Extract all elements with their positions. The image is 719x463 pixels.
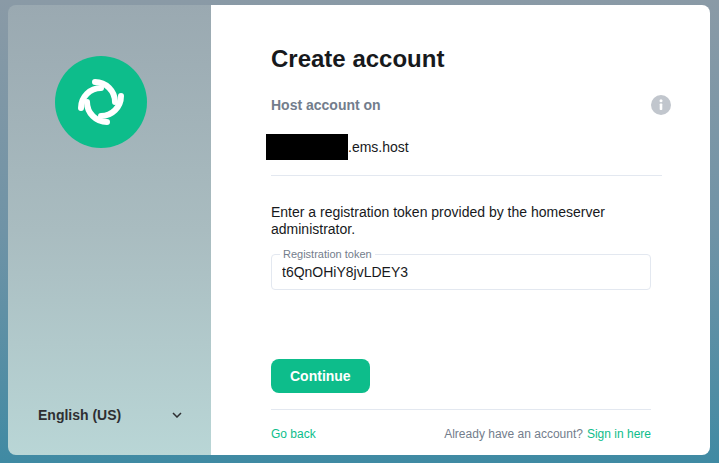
chevron-down-icon[interactable] xyxy=(172,412,182,418)
token-label: Registration token xyxy=(280,248,375,260)
sign-in-text: Already have an account? xyxy=(444,426,583,442)
language-label[interactable]: English (US) xyxy=(38,405,121,425)
server-name: .ems.host xyxy=(348,137,409,157)
page: English (US) Create account Host account… xyxy=(0,0,719,463)
server-row: .ems.host xyxy=(271,134,662,176)
language-selector[interactable]: English (US) xyxy=(38,405,182,425)
token-field[interactable]: Registration token xyxy=(271,254,651,290)
sign-in-prompt: Already have an account? Sign in here xyxy=(444,426,651,442)
form-card: Create account Host account on .ems.host… xyxy=(211,5,710,455)
instructions: Enter a registration token provided by t… xyxy=(271,204,662,238)
token-input[interactable] xyxy=(272,255,650,289)
host-label: Host account on xyxy=(271,95,381,115)
go-back-link[interactable]: Go back xyxy=(271,426,316,442)
host-row: Host account on xyxy=(271,95,662,115)
brand-panel: English (US) xyxy=(8,5,211,455)
page-title: Create account xyxy=(271,43,662,75)
element-logo-icon xyxy=(55,56,147,148)
continue-button[interactable]: Continue xyxy=(271,359,370,393)
redaction-box xyxy=(266,134,348,160)
sign-in-link[interactable]: Sign in here xyxy=(587,426,651,442)
footer: Go back Already have an account? Sign in… xyxy=(271,409,651,442)
info-icon[interactable] xyxy=(651,95,671,115)
